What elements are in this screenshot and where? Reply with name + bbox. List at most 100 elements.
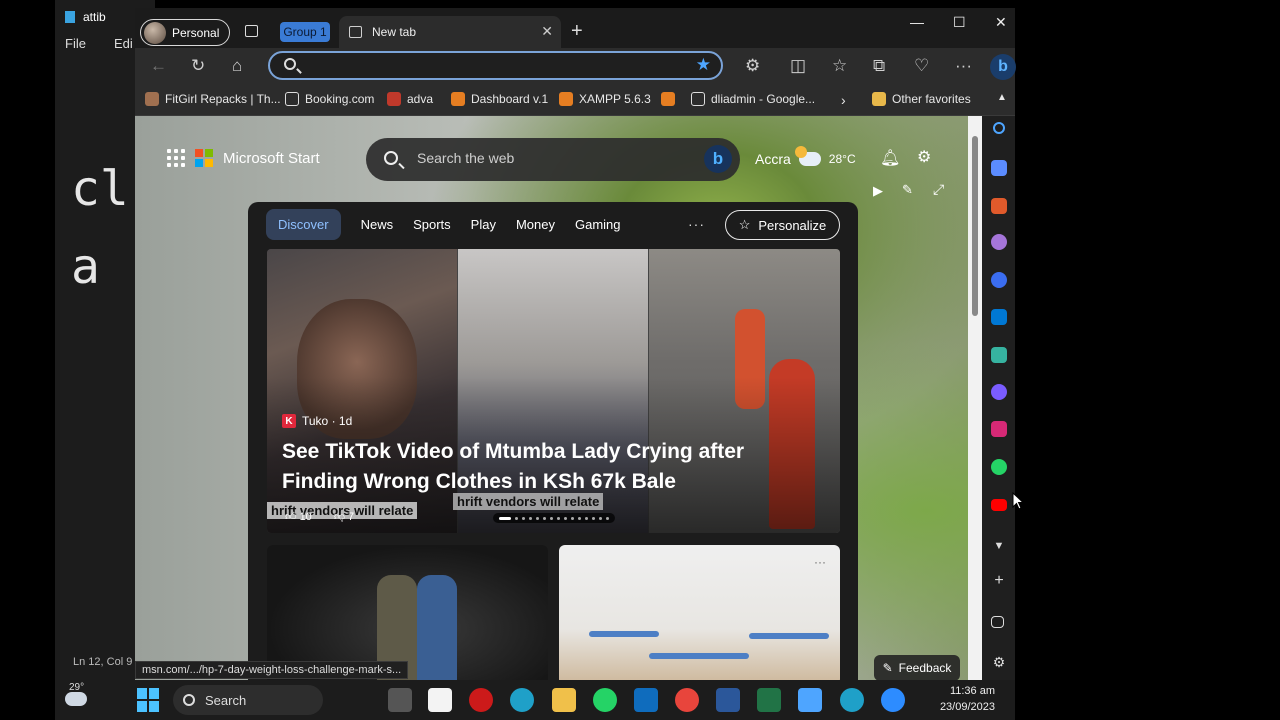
app-launcher-icon[interactable]	[167, 149, 185, 167]
chevron-up-icon[interactable]: ▲	[997, 92, 1007, 103]
whatsapp-icon[interactable]	[991, 459, 1007, 475]
play-icon[interactable]: ▶	[873, 183, 883, 199]
more-menu-icon[interactable]: ···	[955, 56, 972, 76]
bookmark-booking[interactable]: Booking.com	[285, 92, 374, 106]
article-card[interactable]: ···	[559, 545, 840, 680]
weather-widget[interactable]: Accra 28°C	[755, 146, 856, 167]
article-card[interactable]	[267, 545, 548, 680]
taskbar-search[interactable]: Search	[173, 685, 323, 715]
favorites-bar: FitGirl Repacks | Th... Booking.com adva…	[135, 86, 1015, 116]
bookmark-xampp-2[interactable]	[661, 92, 675, 106]
hero-article-card[interactable]: K Tuko · 1d See TikTok Video of Mtumba L…	[267, 249, 840, 533]
new-tab-plus-icon[interactable]: +	[571, 20, 583, 43]
favorites-icon[interactable]: ☆	[832, 56, 847, 76]
tab-discover[interactable]: Discover	[266, 208, 341, 240]
notepad-taskbar-icon[interactable]	[798, 688, 822, 712]
whatsapp-taskbar-icon[interactable]	[593, 688, 617, 712]
tab-new-tab[interactable]: New tab ✕	[339, 16, 561, 48]
chevron-right-icon[interactable]: ›	[841, 92, 846, 108]
brand-name[interactable]: Microsoft Start	[223, 150, 320, 167]
excel-icon[interactable]	[757, 688, 781, 712]
drop-icon[interactable]	[991, 347, 1007, 363]
card-more-icon[interactable]: ···	[814, 555, 826, 569]
youtube-icon[interactable]	[991, 499, 1007, 511]
games-icon[interactable]	[991, 234, 1007, 250]
edit-background-icon[interactable]: ✎	[902, 182, 913, 198]
menu-file[interactable]: File	[65, 36, 86, 51]
expand-icon[interactable]: ⤢	[933, 181, 944, 198]
dislike-button[interactable]: 👎︎ 7	[334, 510, 354, 523]
sidebar-add-icon[interactable]: +	[991, 572, 1007, 589]
scrollbar-thumb[interactable]	[972, 136, 978, 316]
feedback-button[interactable]: ✎ Feedback	[874, 655, 960, 680]
tab-group-chip[interactable]: Group 1	[280, 22, 330, 42]
tab-news[interactable]: News	[361, 217, 394, 232]
menu-edit[interactable]: Edi	[114, 36, 133, 51]
split-screen-icon[interactable]: ◫	[790, 56, 806, 76]
favorite-star-icon[interactable]: ★	[696, 55, 711, 75]
personalize-button[interactable]: ☆ Personalize	[725, 210, 840, 240]
shopping-tag-icon[interactable]	[991, 160, 1007, 176]
notepad-text[interactable]: cl a	[71, 150, 129, 306]
search-icon	[384, 151, 398, 165]
tab-play[interactable]: Play	[471, 217, 496, 232]
collections-icon[interactable]: ⧉	[873, 56, 885, 76]
outlook-taskbar-icon[interactable]	[634, 688, 658, 712]
home-icon[interactable]: ⌂	[232, 56, 242, 76]
more-tabs-icon[interactable]: ···	[688, 216, 705, 232]
word-icon[interactable]	[716, 688, 740, 712]
web-search-box[interactable]: Search the web b	[366, 138, 740, 181]
weather-cloud-icon[interactable]	[65, 692, 87, 706]
bookmark-dliadmin[interactable]: dliadmin - Google...	[691, 92, 815, 106]
back-icon[interactable]: ←	[150, 56, 167, 76]
edge-icon[interactable]	[510, 688, 534, 712]
bookmark-dashboard[interactable]: Dashboard v.1	[451, 92, 548, 106]
sidebar-search-icon[interactable]	[993, 122, 1005, 134]
article-headline[interactable]: See TikTok Video of Mtumba Lady Crying a…	[282, 437, 802, 497]
tab-money[interactable]: Money	[516, 217, 555, 232]
zoom-icon[interactable]	[881, 688, 905, 712]
opera-icon[interactable]	[469, 688, 493, 712]
store-icon[interactable]	[428, 688, 452, 712]
yoga-mat	[649, 653, 749, 659]
tab-sports[interactable]: Sports	[413, 217, 451, 232]
messenger-icon[interactable]	[991, 384, 1007, 400]
sidebar-settings-icon[interactable]: ⚙	[991, 654, 1007, 670]
maximize-icon[interactable]: ☐	[953, 14, 966, 31]
bookmark-adva[interactable]: adva	[387, 92, 433, 106]
file-explorer-icon[interactable]	[552, 688, 576, 712]
page-scrollbar[interactable]	[968, 116, 982, 680]
like-button[interactable]: 👍︎ 10	[285, 510, 312, 523]
close-tab-icon[interactable]: ✕	[541, 23, 553, 40]
minimize-icon[interactable]: —	[910, 14, 924, 30]
bookmark-xampp[interactable]: XAMPP 5.6.3	[559, 92, 651, 106]
profile-button[interactable]: Personal	[140, 19, 230, 46]
bookmark-fitgirl[interactable]: FitGirl Repacks | Th...	[145, 92, 281, 106]
system-clock[interactable]: 11:36 am 23/09/2023	[940, 683, 995, 715]
task-view-icon[interactable]	[388, 688, 412, 712]
address-input[interactable]	[308, 57, 668, 75]
address-bar[interactable]: ★	[268, 51, 723, 80]
chrome-icon[interactable]	[675, 688, 699, 712]
browser-essentials-icon[interactable]: ♡	[914, 56, 929, 76]
outlook-icon[interactable]	[991, 309, 1007, 325]
edge-taskbar-icon[interactable]	[840, 688, 864, 712]
hide-sidebar-icon[interactable]	[991, 616, 1004, 628]
text-line: cl	[71, 161, 129, 217]
close-window-icon[interactable]: ✕	[995, 14, 1007, 31]
tab-gaming[interactable]: Gaming	[575, 217, 621, 232]
settings-gear-icon[interactable]: ⚙	[917, 147, 931, 167]
tools-icon[interactable]	[991, 198, 1007, 214]
carousel-pager[interactable]	[493, 513, 615, 523]
copilot-icon[interactable]	[991, 272, 1007, 288]
tab-actions-icon[interactable]	[245, 25, 258, 37]
refresh-icon[interactable]: ↻	[191, 56, 205, 76]
notifications-bell-icon[interactable]: 🔔︎	[880, 148, 900, 168]
instagram-icon[interactable]	[991, 421, 1007, 437]
windows-start-icon[interactable]	[137, 688, 161, 712]
other-favorites[interactable]: Other favorites	[872, 92, 971, 106]
extensions-icon[interactable]: ⚙	[745, 56, 760, 76]
bing-copilot-icon[interactable]: b	[990, 54, 1016, 80]
bing-icon[interactable]: b	[704, 145, 732, 173]
sidebar-chevron-down-icon[interactable]: ▼	[991, 540, 1007, 556]
